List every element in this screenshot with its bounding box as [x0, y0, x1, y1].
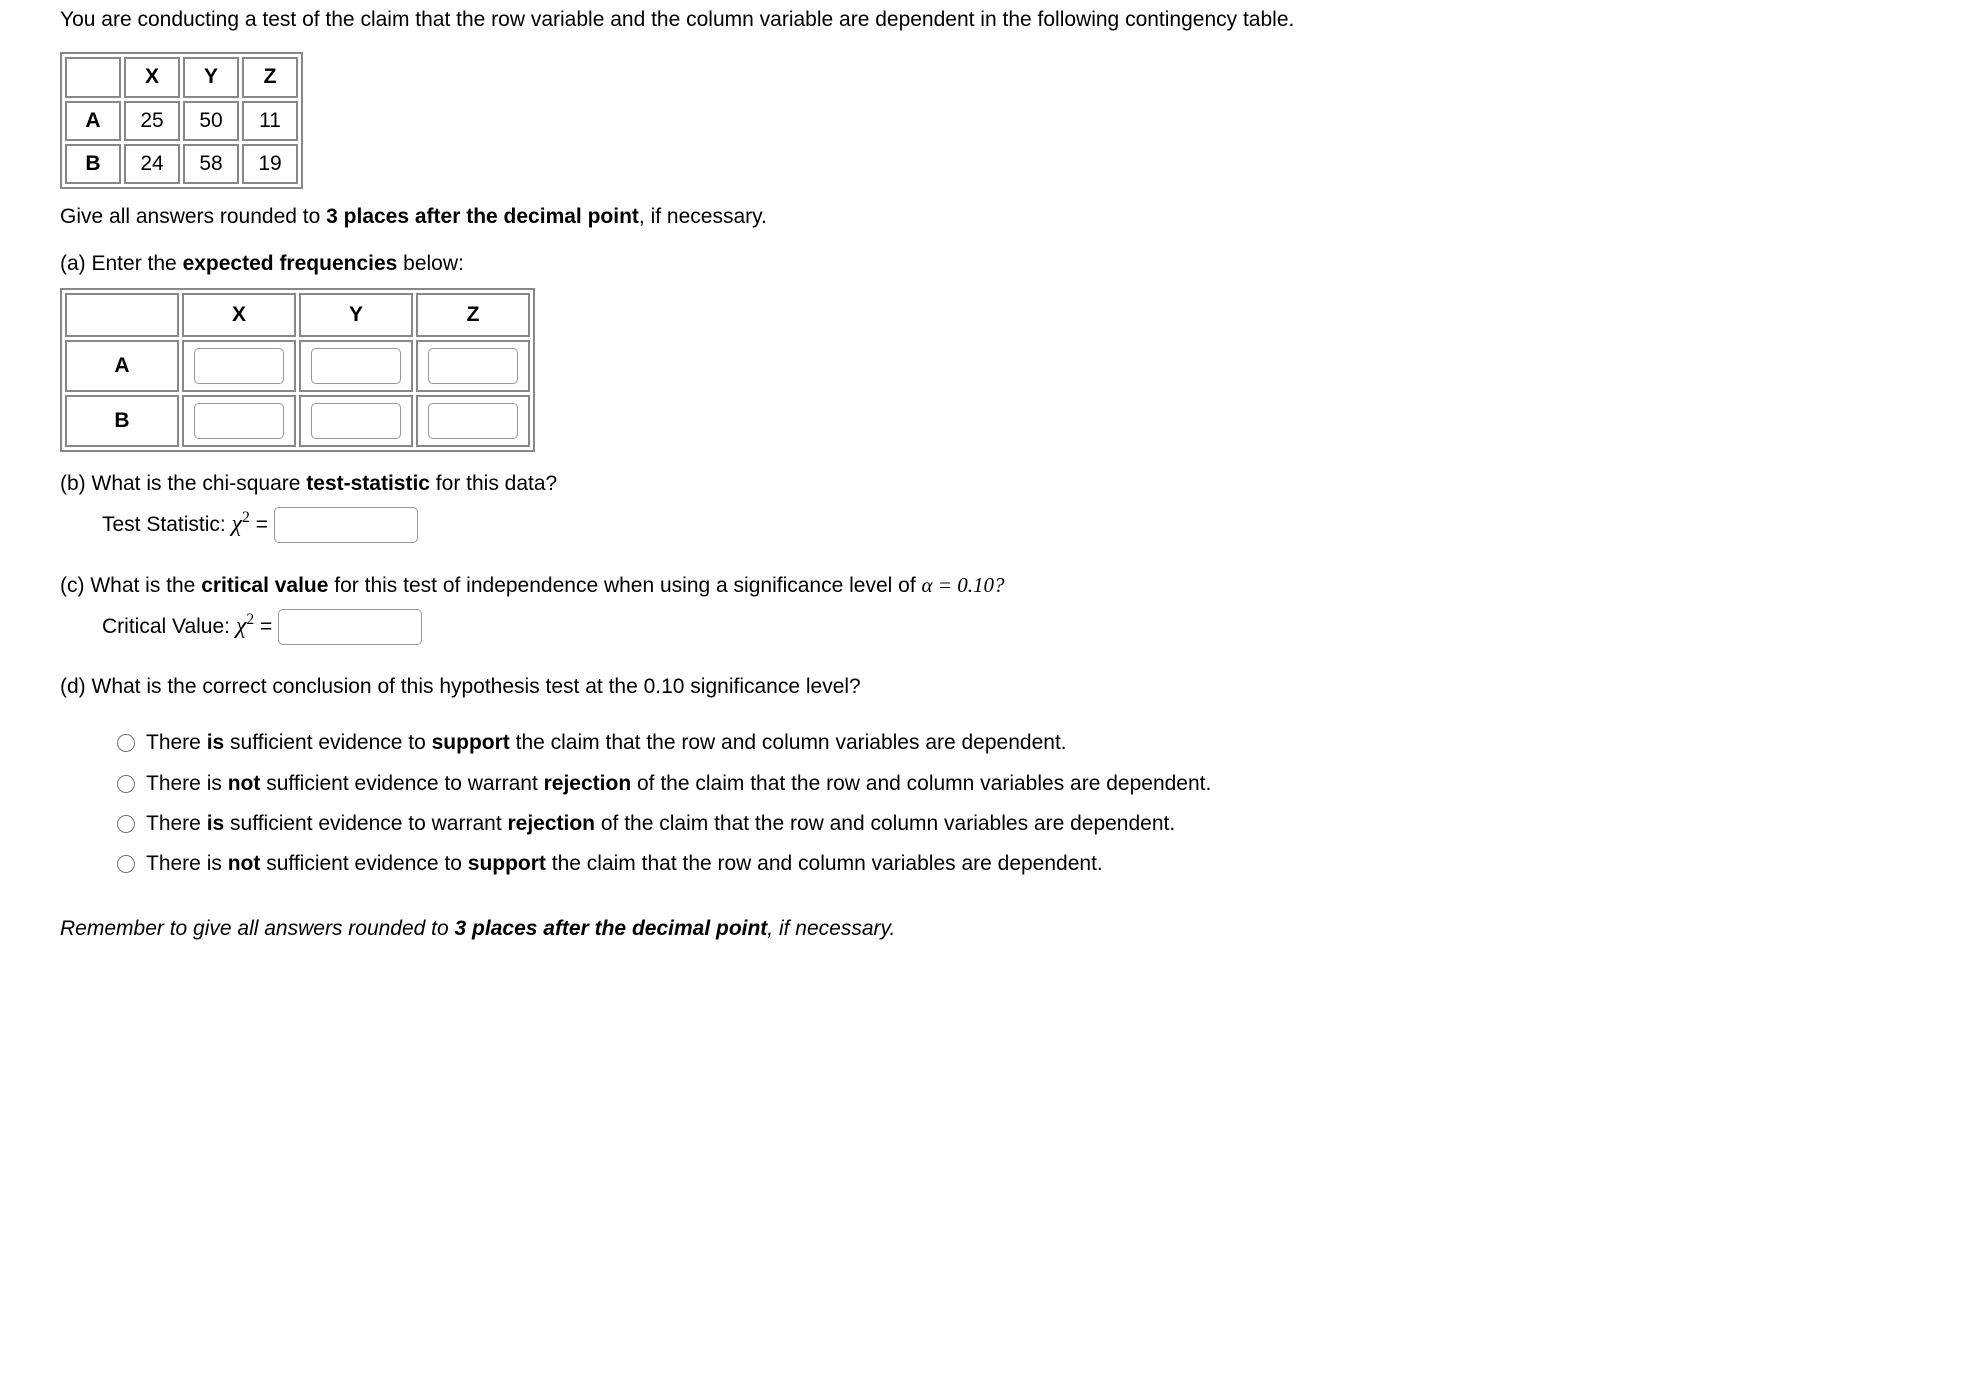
part-a-prompt: (a) Enter the expected frequencies below… — [60, 250, 1660, 278]
option-4-radio[interactable] — [117, 855, 135, 873]
cell-b-z: 19 — [242, 144, 298, 184]
test-statistic-input[interactable] — [274, 507, 418, 543]
exp-row-b: B — [65, 395, 179, 447]
cell-b-y: 58 — [183, 144, 239, 184]
option-1-radio[interactable] — [117, 734, 135, 752]
exp-col-y: Y — [299, 293, 413, 337]
exp-input-a-x[interactable] — [194, 348, 284, 384]
cell-a-y: 50 — [183, 101, 239, 141]
option-3-radio[interactable] — [117, 815, 135, 833]
part-d-prompt: (d) What is the correct conclusion of th… — [60, 673, 1660, 701]
footer-reminder: Remember to give all answers rounded to … — [60, 915, 1660, 943]
exp-input-a-z[interactable] — [428, 348, 518, 384]
part-b-row: Test Statistic: χ2 = — [102, 507, 1660, 543]
exp-corner — [65, 293, 179, 337]
chi-squared-symbol: χ2 — [232, 511, 250, 537]
critical-value-label: Critical Value: — [102, 615, 236, 638]
exp-input-b-x[interactable] — [194, 403, 284, 439]
expected-frequencies-table: X Y Z A B — [60, 288, 535, 452]
cell-a-x: 25 — [124, 101, 180, 141]
cell-a-z: 11 — [242, 101, 298, 141]
contingency-table: X Y Z A 25 50 11 B 24 58 19 — [60, 52, 303, 189]
intro-text: You are conducting a test of the claim t… — [60, 6, 1660, 34]
col-header-x: X — [124, 57, 180, 97]
option-2-label: There is not sufficient evidence to warr… — [146, 770, 1532, 798]
row-label-b: B — [65, 144, 121, 184]
exp-input-b-y[interactable] — [311, 403, 401, 439]
part-c-row: Critical Value: χ2 = — [102, 609, 1660, 645]
exp-input-b-z[interactable] — [428, 403, 518, 439]
option-3-label: There is sufficient evidence to warrant … — [146, 810, 1532, 838]
exp-col-z: Z — [416, 293, 530, 337]
part-b-prompt: (b) What is the chi-square test-statisti… — [60, 470, 1660, 498]
option-1-label: There is sufficient evidence to support … — [146, 729, 1532, 757]
exp-row-a: A — [65, 340, 179, 392]
test-statistic-label: Test Statistic: — [102, 513, 232, 536]
col-header-y: Y — [183, 57, 239, 97]
equals-sign-2: = — [260, 615, 278, 638]
chi-squared-symbol-2: χ2 — [236, 613, 254, 639]
exp-input-a-y[interactable] — [311, 348, 401, 384]
exp-col-x: X — [182, 293, 296, 337]
critical-value-input[interactable] — [278, 609, 422, 645]
cell-b-x: 24 — [124, 144, 180, 184]
option-2-radio[interactable] — [117, 775, 135, 793]
option-4-label: There is not sufficient evidence to supp… — [146, 850, 1532, 878]
row-label-a: A — [65, 101, 121, 141]
part-c-prompt: (c) What is the critical value for this … — [60, 571, 1660, 600]
rounding-instruction: Give all answers rounded to 3 places aft… — [60, 203, 1660, 231]
corner-cell — [65, 57, 121, 97]
equals-sign: = — [256, 513, 274, 536]
col-header-z: Z — [242, 57, 298, 97]
conclusion-options: There is sufficient evidence to support … — [112, 729, 1660, 878]
